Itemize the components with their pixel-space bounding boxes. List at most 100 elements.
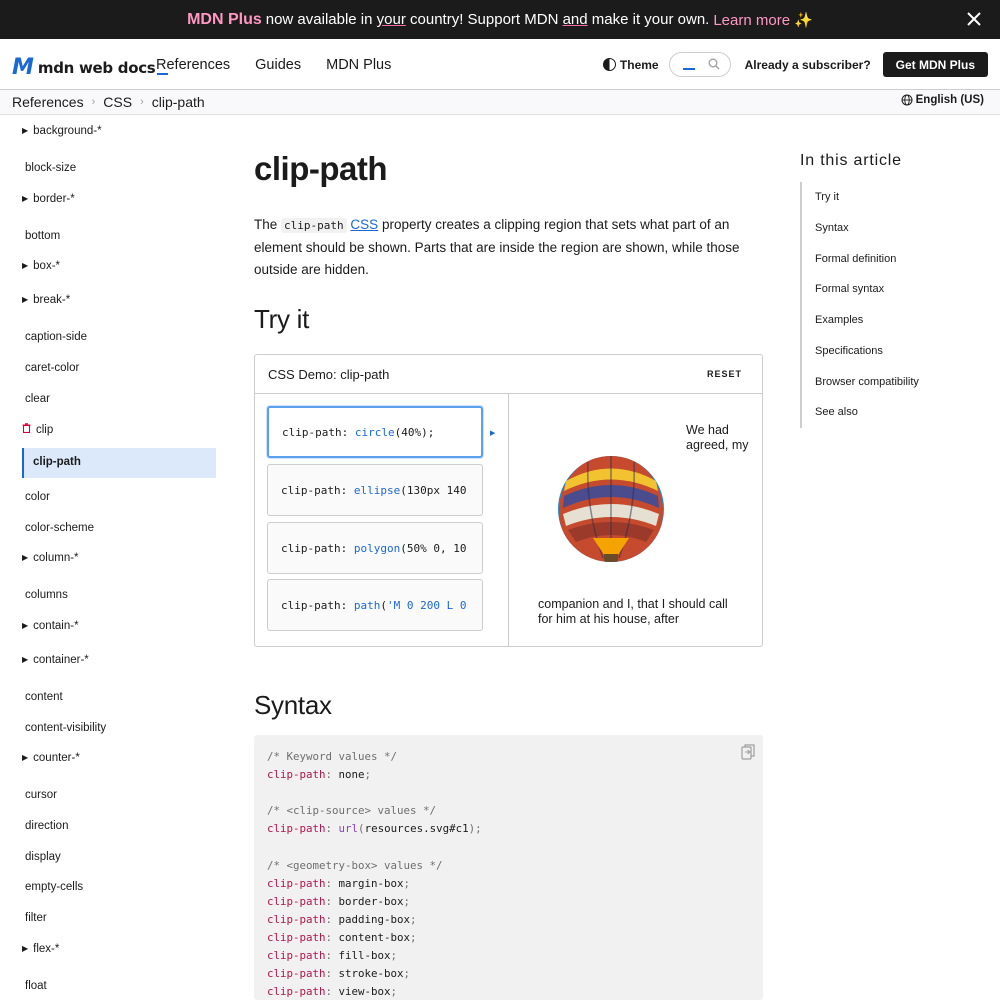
toc-item-examples[interactable]: Examples bbox=[815, 314, 863, 326]
demo-output: We had agreed, my companion and I, that … bbox=[510, 394, 762, 647]
sidebar-item-content-visibility[interactable]: content-visibility bbox=[25, 722, 106, 734]
banner-text-your: your bbox=[376, 11, 406, 28]
option-args: (40%); bbox=[394, 425, 435, 439]
option-prop: clip-path: bbox=[282, 425, 349, 439]
sidebar-item-direction[interactable]: direction bbox=[25, 820, 68, 832]
sidebar-item-border[interactable]: border-* bbox=[22, 193, 75, 205]
sidebar-item-break[interactable]: break-* bbox=[22, 294, 70, 306]
code-comment: /* <clip-source> values */ bbox=[267, 804, 437, 818]
search-input[interactable] bbox=[668, 52, 731, 77]
demo-option-circle[interactable]: clip-path: circle (40%); bbox=[267, 406, 483, 458]
option-fn: path bbox=[353, 598, 381, 612]
nav-references[interactable]: References bbox=[156, 57, 230, 73]
nav-mdn-plus[interactable]: MDN Plus bbox=[326, 57, 391, 73]
language-label: English (US) bbox=[915, 94, 984, 106]
sidebar-item-caret-color[interactable]: caret-color bbox=[25, 362, 79, 374]
copy-icon[interactable] bbox=[741, 744, 755, 760]
toc-item-try-it[interactable]: Try it bbox=[815, 191, 839, 203]
code-comment: /* Keyword values */ bbox=[267, 750, 398, 763]
nav-guides[interactable]: Guides bbox=[255, 57, 301, 73]
sidebar-item-color-scheme[interactable]: color-scheme bbox=[25, 522, 94, 534]
sidebar-item-clip-path-label: clip-path bbox=[33, 456, 81, 468]
sidebar-item-display[interactable]: display bbox=[25, 851, 61, 863]
sidebar-item-background[interactable]: background-* bbox=[22, 125, 101, 137]
code-line: clip-path: content-box; bbox=[267, 931, 417, 944]
code-value: stroke-box bbox=[338, 967, 404, 981]
sidebar-item-column[interactable]: column-* bbox=[22, 552, 78, 564]
code-punct: ; bbox=[403, 876, 411, 890]
sidebar-item-clip-path[interactable]: clip-path bbox=[22, 448, 216, 478]
demo-options: clip-path: circle (40%); ▶ clip-path: ell… bbox=[255, 394, 509, 647]
code-punct: ; bbox=[403, 894, 411, 908]
code-property: clip-path bbox=[267, 822, 326, 836]
toc-item-formal-syntax[interactable]: Formal syntax bbox=[815, 283, 884, 295]
sidebar-item-clip-label: clip bbox=[36, 424, 54, 436]
subscriber-link[interactable]: Already a subscriber? bbox=[745, 58, 871, 72]
close-icon[interactable] bbox=[964, 9, 984, 29]
code-line: clip-path: margin-box; bbox=[267, 877, 410, 890]
mdn-logo[interactable]: M mdn web docs bbox=[12, 55, 169, 80]
code-punct: ; bbox=[390, 949, 398, 963]
language-selector[interactable]: English (US) bbox=[901, 94, 984, 106]
sidebar-item-clip[interactable]: clip bbox=[22, 423, 53, 436]
sidebar-item-columns[interactable]: columns bbox=[25, 589, 68, 601]
demo-option-ellipse[interactable]: clip-path: ellipse (130px 140 bbox=[267, 464, 483, 516]
breadcrumb-clip-path[interactable]: clip-path bbox=[152, 94, 205, 110]
intro-code: clip-path bbox=[281, 218, 347, 233]
breadcrumb-css[interactable]: CSS bbox=[103, 94, 132, 110]
code-property: clip-path bbox=[267, 768, 326, 782]
sidebar-item-bottom[interactable]: bottom bbox=[25, 230, 60, 242]
sidebar-item-contain[interactable]: contain-* bbox=[22, 620, 78, 632]
sidebar-item-cursor[interactable]: cursor bbox=[25, 789, 57, 801]
toc-item-syntax[interactable]: Syntax bbox=[815, 222, 849, 234]
code-punct: : bbox=[325, 985, 339, 999]
sidebar-item-content[interactable]: content bbox=[25, 691, 63, 703]
sidebar-item-empty-cells[interactable]: empty-cells bbox=[25, 881, 83, 893]
promo-banner: MDN Plus now available in your country! … bbox=[0, 0, 1000, 39]
sidebar-item-container[interactable]: container-* bbox=[22, 654, 89, 666]
code-property: clip-path bbox=[267, 949, 326, 963]
sidebar-item-float[interactable]: float bbox=[25, 980, 47, 992]
demo-text-bottom: companion and I, that I should call for … bbox=[538, 597, 728, 626]
demo-option-path[interactable]: clip-path: path('M 0 200 L 0 bbox=[267, 579, 483, 631]
mdn-logo-icon: M bbox=[12, 55, 34, 80]
code-property: clip-path bbox=[267, 967, 326, 981]
sidebar-item-counter[interactable]: counter-* bbox=[22, 752, 80, 764]
banner-text-b: country! Support MDN bbox=[410, 11, 559, 28]
toc-item-formal-definition[interactable]: Formal definition bbox=[815, 253, 896, 265]
toc-item-browser-compatibility[interactable]: Browser compatibility bbox=[815, 376, 919, 388]
theme-toggle[interactable]: Theme bbox=[602, 58, 659, 72]
code-line: clip-path: padding-box; bbox=[267, 913, 417, 926]
sidebar-item-box[interactable]: box-* bbox=[22, 260, 60, 272]
toc-item-specifications[interactable]: Specifications bbox=[815, 345, 883, 357]
intro-paragraph: The clip-path CSS property creates a cli… bbox=[254, 214, 754, 281]
get-mdn-plus-button[interactable]: Get MDN Plus bbox=[882, 52, 988, 77]
sidebar-item-clear[interactable]: clear bbox=[25, 393, 50, 405]
sidebar-item-caption-side[interactable]: caption-side bbox=[25, 331, 87, 343]
code-value: padding-box bbox=[338, 912, 411, 926]
code-punct: : bbox=[325, 912, 339, 926]
sidebar-item-color[interactable]: color bbox=[25, 491, 50, 503]
toc-title: In this article bbox=[800, 152, 902, 169]
chevron-right-icon: › bbox=[91, 96, 96, 108]
demo-header: CSS Demo: clip-path RESET bbox=[255, 355, 762, 394]
reset-button[interactable]: RESET bbox=[707, 369, 742, 379]
chevron-right-icon: › bbox=[140, 96, 144, 108]
demo-option-polygon[interactable]: clip-path: polygon (50% 0, 10 bbox=[267, 522, 483, 574]
sidebar-item-flex[interactable]: flex-* bbox=[22, 943, 59, 955]
intro-text-a: The bbox=[254, 217, 278, 232]
code-value: view-box bbox=[338, 985, 391, 999]
sidebar-item-block-size[interactable]: block-size bbox=[25, 162, 76, 174]
banner-learn-more-link[interactable]: Learn more ✨ bbox=[713, 11, 813, 29]
code-punct: : bbox=[325, 768, 339, 782]
code-line: clip-path: none; bbox=[267, 768, 371, 781]
sidebar: background-* block-size border-* bottom … bbox=[0, 115, 230, 1000]
site-header: M mdn web docs References Guides MDN Plu… bbox=[0, 39, 1000, 90]
code-property: clip-path bbox=[267, 931, 326, 944]
code-punct: : bbox=[325, 822, 339, 836]
intro-css-link[interactable]: CSS bbox=[350, 217, 378, 232]
toc-item-see-also[interactable]: See also bbox=[815, 406, 858, 418]
breadcrumb-references[interactable]: References bbox=[12, 94, 84, 110]
sidebar-item-filter[interactable]: filter bbox=[25, 912, 47, 924]
code-punct: ; bbox=[410, 912, 417, 926]
